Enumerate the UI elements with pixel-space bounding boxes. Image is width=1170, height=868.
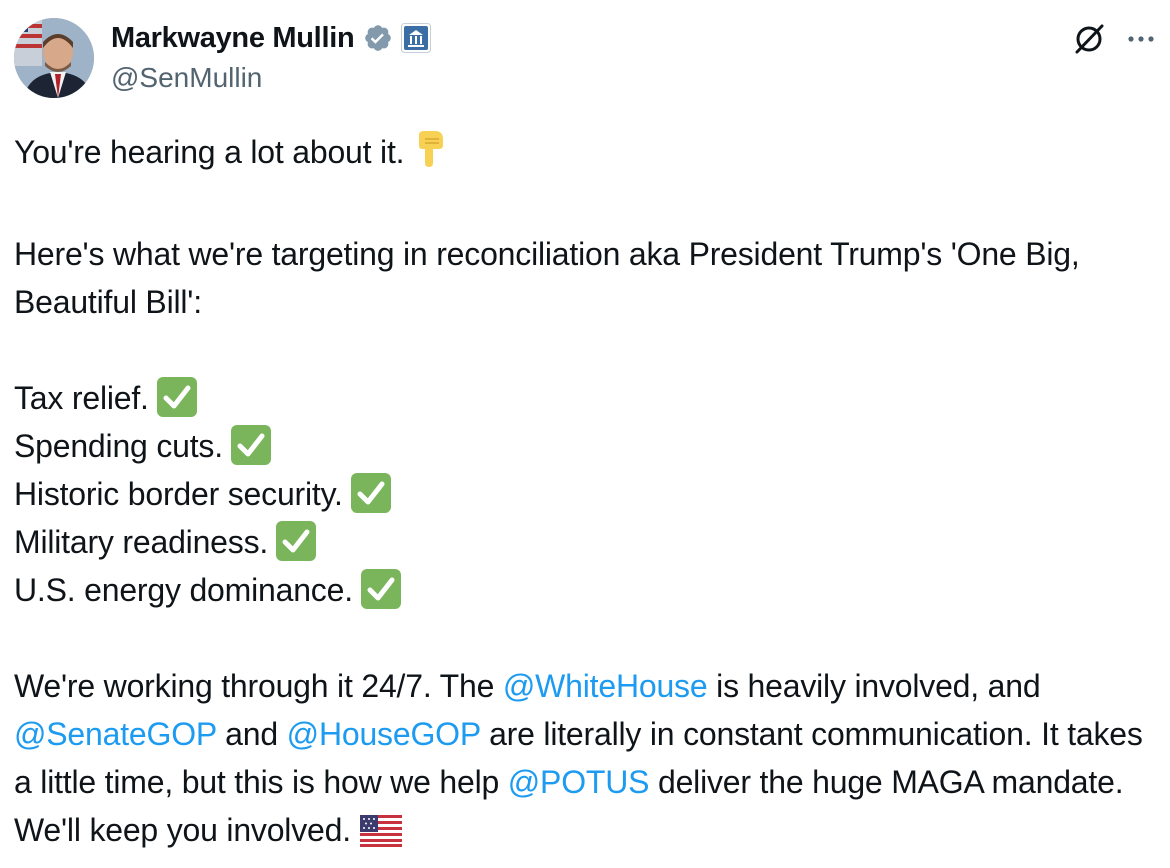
line1-text: You're hearing a lot about it.: [14, 134, 405, 170]
more-options-icon[interactable]: [1126, 24, 1156, 54]
list-item: Spending cuts.: [14, 422, 1154, 470]
tweet-header: Markwayne Mullin @SenMullin: [14, 18, 1156, 98]
avatar-photo: [14, 18, 94, 98]
avatar[interactable]: [14, 18, 94, 98]
check-mark-button-icon: [360, 569, 401, 609]
verified-badge-icon[interactable]: [363, 23, 393, 53]
p3-text-2: is heavily involved, and: [707, 668, 1041, 704]
us-flag-icon: [359, 812, 402, 860]
list-item-text: Military readiness.: [14, 524, 269, 560]
government-building-icon[interactable]: [401, 23, 432, 53]
list-item-text: Tax relief.: [14, 380, 149, 416]
tweet-line-1: You're hearing a lot about it.: [14, 128, 1154, 182]
name-row: Markwayne Mullin: [111, 18, 432, 58]
list-item: Tax relief.: [14, 374, 1154, 422]
mention-senategop-link[interactable]: @SenateGOP: [14, 716, 217, 752]
mention-potus-link[interactable]: @POTUS: [508, 764, 650, 800]
tweet-paragraph-2: Here's what we're targeting in reconcili…: [14, 236, 1080, 320]
check-mark-button-icon: [350, 473, 391, 513]
list-item-text: Historic border security.: [14, 476, 343, 512]
check-mark-button-icon: [156, 377, 197, 417]
list-item: U.S. energy dominance.: [14, 566, 1154, 614]
check-mark-button-icon: [276, 521, 317, 561]
author-info: Markwayne Mullin @SenMullin: [111, 18, 432, 94]
pointing-down-icon: [413, 129, 447, 182]
tweet-paragraph-3: We're working through it 24/7. The @Whit…: [14, 662, 1154, 860]
header-actions: [1072, 22, 1156, 56]
check-mark-button-icon: [230, 425, 271, 465]
list-item: Historic border security.: [14, 470, 1154, 518]
list-item-text: Spending cuts.: [14, 428, 223, 464]
tweet-text: You're hearing a lot about it. Here's wh…: [14, 128, 1154, 860]
mention-housegop-link[interactable]: @HouseGOP: [287, 716, 481, 752]
p3-text-3: and: [216, 716, 287, 752]
grok-icon[interactable]: [1072, 22, 1106, 56]
p3-text-1: We're working through it 24/7. The: [14, 668, 503, 704]
handle[interactable]: @SenMullin: [111, 62, 431, 94]
display-name[interactable]: Markwayne Mullin: [111, 22, 355, 55]
mention-whitehouse-link[interactable]: @WhiteHouse: [503, 668, 708, 704]
list-item-text: U.S. energy dominance.: [14, 572, 353, 608]
list-item: Military readiness.: [14, 518, 1154, 566]
